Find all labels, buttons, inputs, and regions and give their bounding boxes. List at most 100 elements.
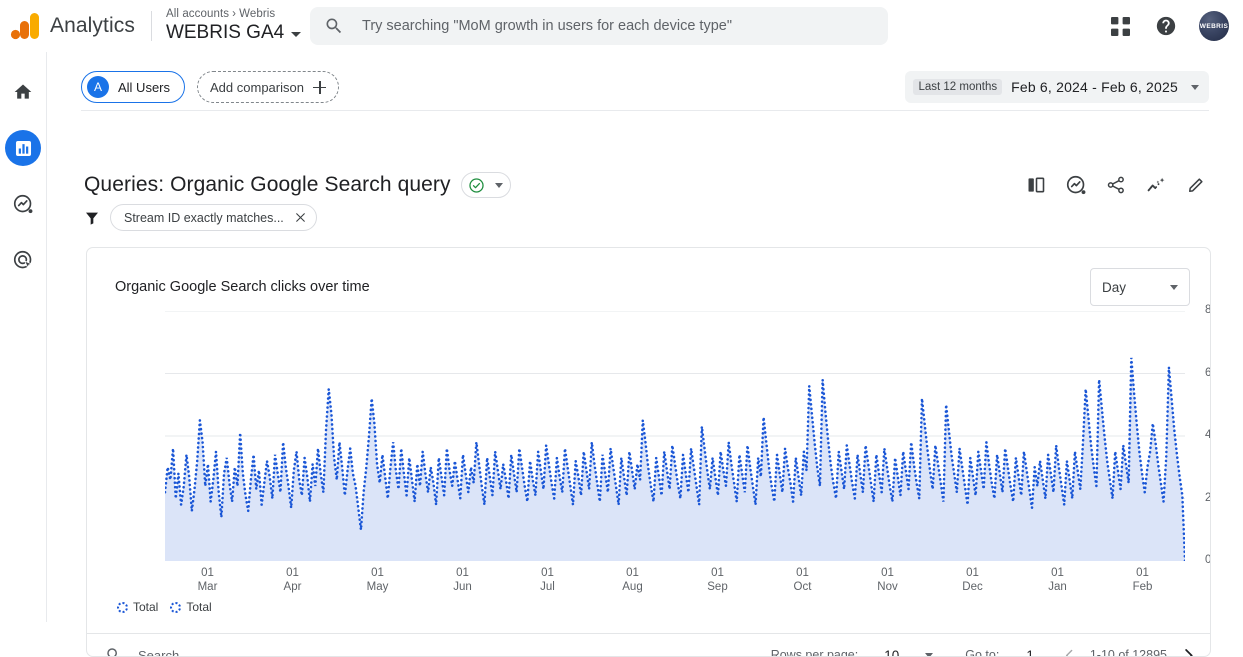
chart-x-axis: 01Mar01Apr01May01Jun01Jul01Aug01Sep01Oct… [165,566,1185,602]
plus-icon [313,81,326,94]
x-axis-tick-label: 01Jul [528,566,568,594]
filter-funnel-icon [84,210,100,226]
global-search-bar[interactable] [310,7,888,45]
sidebar-item-advertising[interactable] [5,242,41,278]
legend-label: Total [186,600,211,614]
share-icon [1106,175,1126,195]
filter-chip[interactable]: Stream ID exactly matches... [110,204,317,231]
x-axis-tick-label: 01Jun [443,566,483,594]
check-circle-icon [468,177,485,194]
close-icon[interactable] [294,211,307,224]
chart-card: Organic Google Search clicks over time D… [86,247,1211,657]
x-tick-month: Jan [1038,580,1078,594]
x-tick-month: Sep [698,580,738,594]
pagination-range-label: 1-10 of 12895 [1090,648,1167,657]
x-axis-tick-label: 01Jan [1038,566,1078,594]
x-tick-day: 01 [698,566,738,580]
y-axis-tick-label: 60 [1205,367,1211,379]
x-tick-month: Jul [528,580,568,594]
property-name[interactable]: WEBRIS GA4 [166,21,301,44]
y-axis-tick-label: 0 [1205,554,1211,566]
x-tick-month: Feb [1123,580,1163,594]
y-axis-tick-label: 40 [1205,429,1211,441]
help-circle-icon[interactable] [1153,13,1179,39]
add-comparison-button[interactable]: Add comparison [197,71,339,103]
share-button[interactable] [1103,172,1129,198]
pencil-icon [1186,175,1206,195]
apps-grid-icon[interactable] [1107,13,1133,39]
x-tick-day: 01 [528,566,568,580]
y-axis-tick-label: 80 [1205,304,1211,316]
chevron-down-icon[interactable] [925,653,933,657]
explore-trend-icon [1066,175,1087,196]
chart-y-axis: 020406080 [1187,306,1211,566]
app-title: Analytics [50,14,135,38]
compare-view-button[interactable] [1023,172,1049,198]
search-input[interactable] [360,17,874,35]
filter-bar: Stream ID exactly matches... [84,204,317,231]
comparison-and-date-controls: A All Users Add comparison Last 12 month… [81,70,1209,104]
google-analytics-logo[interactable] [10,11,44,41]
chart-title: Organic Google Search clicks over time [115,279,370,295]
x-tick-month: Dec [953,580,993,594]
rows-per-page-value[interactable]: 10 [884,648,899,657]
main-content: A All Users Add comparison Last 12 month… [47,52,1243,622]
legend-marker-icon [170,602,181,613]
x-axis-tick-label: 01Mar [188,566,228,594]
x-tick-day: 01 [953,566,993,580]
x-tick-month: Nov [868,580,908,594]
time-series-chart[interactable] [165,311,1185,561]
date-preset-badge: Last 12 months [913,79,1002,95]
x-tick-month: Aug [613,580,653,594]
x-tick-month: Oct [783,580,823,594]
breadcrumb-separator: › [232,8,236,20]
x-tick-day: 01 [1123,566,1163,580]
search-icon [324,16,344,36]
table-pagination: Rows per page: 10 Go to: 1 1-10 of 12895 [771,646,1198,657]
goto-page-input[interactable]: 1 [1026,648,1034,657]
home-icon [13,82,33,102]
insights-button[interactable] [1143,172,1169,198]
next-page-button[interactable] [1179,646,1198,657]
breadcrumb-root: All accounts [166,8,229,20]
account-selector[interactable]: All accounts›Webris WEBRIS GA4 [166,7,301,44]
x-tick-day: 01 [868,566,908,580]
legend-marker-icon [117,602,128,613]
x-tick-day: 01 [358,566,398,580]
legend-item[interactable]: Total [117,600,158,614]
advertising-target-icon [13,250,34,271]
edit-button[interactable] [1183,172,1209,198]
sidebar-item-home[interactable] [5,74,41,110]
explore-button[interactable] [1063,172,1089,198]
chevron-down-icon [291,32,301,37]
x-axis-tick-label: 01Oct [783,566,823,594]
chart-plot-area [165,311,1185,561]
explore-trend-icon [13,194,34,215]
primary-navigation-rail [0,52,47,622]
x-axis-tick-label: 01Sep [698,566,738,594]
x-tick-month: Apr [273,580,313,594]
table-search-input[interactable] [136,647,366,657]
status-badge[interactable] [461,172,511,198]
search-icon [105,646,123,657]
goto-label: Go to: [965,648,999,657]
granularity-select[interactable]: Day [1090,268,1190,306]
previous-page-button[interactable] [1061,647,1078,657]
legend-item[interactable]: Total [170,600,211,614]
x-axis-tick-label: 01Nov [868,566,908,594]
table-search[interactable] [105,646,366,657]
x-tick-month: May [358,580,398,594]
user-avatar[interactable]: WEBRIS [1199,11,1229,41]
divider [81,110,1209,111]
table-toolbar: Rows per page: 10 Go to: 1 1-10 of 12895 [87,634,1211,657]
breadcrumb-account: Webris [239,8,275,20]
date-range-label: Feb 6, 2024 - Feb 6, 2025 [1011,79,1178,95]
date-range-picker[interactable]: Last 12 months Feb 6, 2024 - Feb 6, 2025 [905,71,1209,103]
chevron-down-icon [1170,285,1178,290]
bar-chart-icon [14,139,33,158]
chevron-down-icon [495,183,503,188]
sidebar-item-explore[interactable] [5,186,41,222]
sidebar-item-reports[interactable] [5,130,41,166]
x-axis-tick-label: 01Aug [613,566,653,594]
all-users-chip[interactable]: A All Users [81,71,185,103]
